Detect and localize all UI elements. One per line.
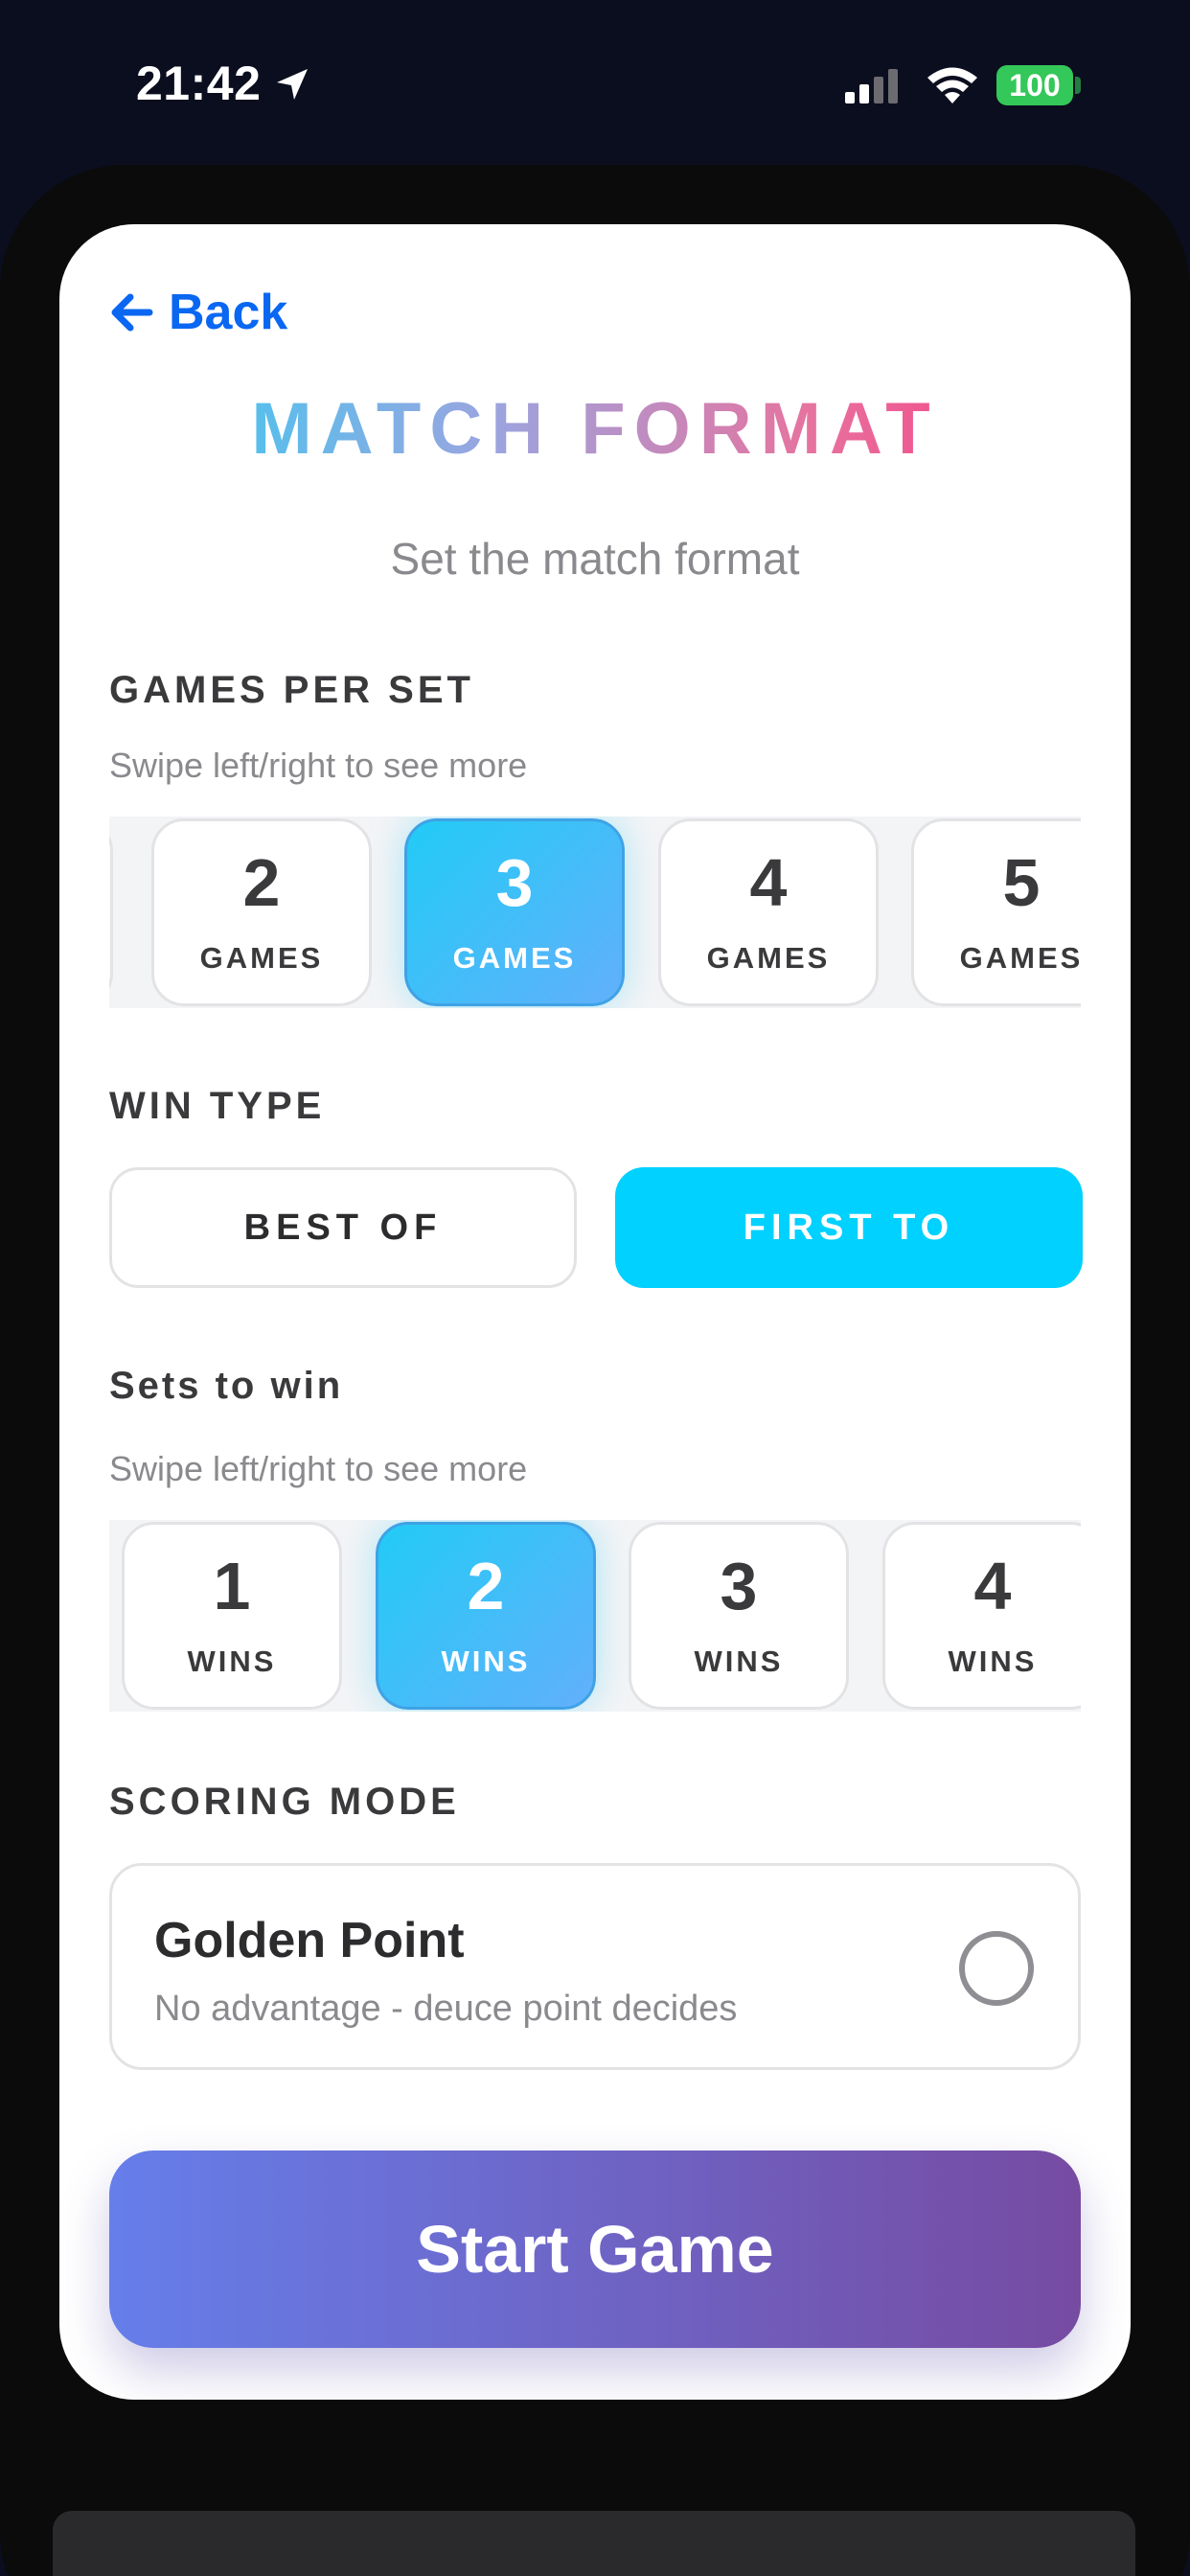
games-per-set-picker[interactable]: 2 GAMES 3 GAMES 4 GAMES 5 GAMES bbox=[109, 816, 1081, 1008]
games-option-5[interactable]: 5 GAMES bbox=[911, 818, 1081, 1006]
option-label: WINS bbox=[948, 1644, 1038, 1678]
option-value: 4 bbox=[749, 845, 788, 920]
battery-tip bbox=[1075, 77, 1081, 94]
best-of-button[interactable]: BEST OF bbox=[109, 1167, 577, 1288]
option-value: 3 bbox=[720, 1549, 758, 1623]
wins-option-1[interactable]: 1 WINS bbox=[122, 1522, 342, 1710]
games-option-2[interactable]: 2 GAMES bbox=[151, 818, 372, 1006]
location-arrow-icon bbox=[277, 69, 308, 100]
page-title: MATCH FORMAT bbox=[59, 387, 1131, 471]
golden-point-radio[interactable] bbox=[959, 1931, 1034, 2006]
start-game-button[interactable]: Start Game bbox=[109, 2150, 1081, 2348]
sets-to-win-label: Sets to win bbox=[109, 1365, 344, 1407]
option-value: 5 bbox=[1002, 845, 1041, 920]
page-subtitle: Set the match format bbox=[390, 534, 800, 584]
golden-point-description: No advantage - deuce point decides bbox=[154, 1989, 738, 2029]
option-value: 2 bbox=[242, 845, 281, 920]
sets-to-win-picker[interactable]: 1 WINS 2 WINS 3 WINS 4 WINS bbox=[109, 1520, 1081, 1712]
option-label: WINS bbox=[187, 1644, 277, 1678]
frame-bottom-strip bbox=[53, 2511, 1135, 2576]
golden-point-title: Golden Point bbox=[154, 1913, 465, 1968]
back-label: Back bbox=[169, 285, 288, 340]
games-per-set-label: GAMES PER SET bbox=[109, 669, 474, 711]
wins-option-2[interactable]: 2 WINS bbox=[376, 1522, 596, 1710]
wins-option-4[interactable]: 4 WINS bbox=[882, 1522, 1081, 1710]
golden-point-option[interactable]: Golden Point No advantage - deuce point … bbox=[109, 1863, 1081, 2070]
match-format-card: Back MATCH FORMAT Set the match format G… bbox=[59, 224, 1131, 2400]
status-time: 21:42 bbox=[136, 57, 262, 110]
games-per-set-hint: Swipe left/right to see more bbox=[109, 746, 528, 785]
battery-indicator: 100 bbox=[996, 65, 1073, 105]
option-value: 3 bbox=[495, 845, 534, 920]
sets-to-win-hint: Swipe left/right to see more bbox=[109, 1449, 528, 1488]
option-label: WINS bbox=[694, 1644, 784, 1678]
first-to-button[interactable]: FIRST TO bbox=[615, 1167, 1083, 1288]
option-label: GAMES bbox=[959, 941, 1081, 975]
games-option-4[interactable]: 4 GAMES bbox=[658, 818, 879, 1006]
win-type-label: WIN TYPE bbox=[109, 1085, 326, 1127]
option-label: GAMES bbox=[452, 941, 577, 975]
status-bar: 21:42 100 bbox=[0, 0, 1190, 163]
games-option-1-partial[interactable] bbox=[109, 818, 113, 1006]
option-value: 2 bbox=[467, 1549, 505, 1623]
option-value: 1 bbox=[213, 1549, 251, 1623]
option-label: GAMES bbox=[706, 941, 831, 975]
games-option-3[interactable]: 3 GAMES bbox=[404, 818, 625, 1006]
scoring-mode-label: SCORING MODE bbox=[109, 1781, 460, 1823]
back-button[interactable]: Back bbox=[109, 284, 287, 341]
arrow-left-icon bbox=[111, 293, 153, 332]
wins-option-3[interactable]: 3 WINS bbox=[629, 1522, 849, 1710]
option-label: WINS bbox=[441, 1644, 531, 1678]
wifi-icon bbox=[927, 67, 977, 104]
option-label: GAMES bbox=[199, 941, 324, 975]
cellular-signal-icon bbox=[845, 69, 898, 104]
option-value: 4 bbox=[973, 1549, 1012, 1623]
